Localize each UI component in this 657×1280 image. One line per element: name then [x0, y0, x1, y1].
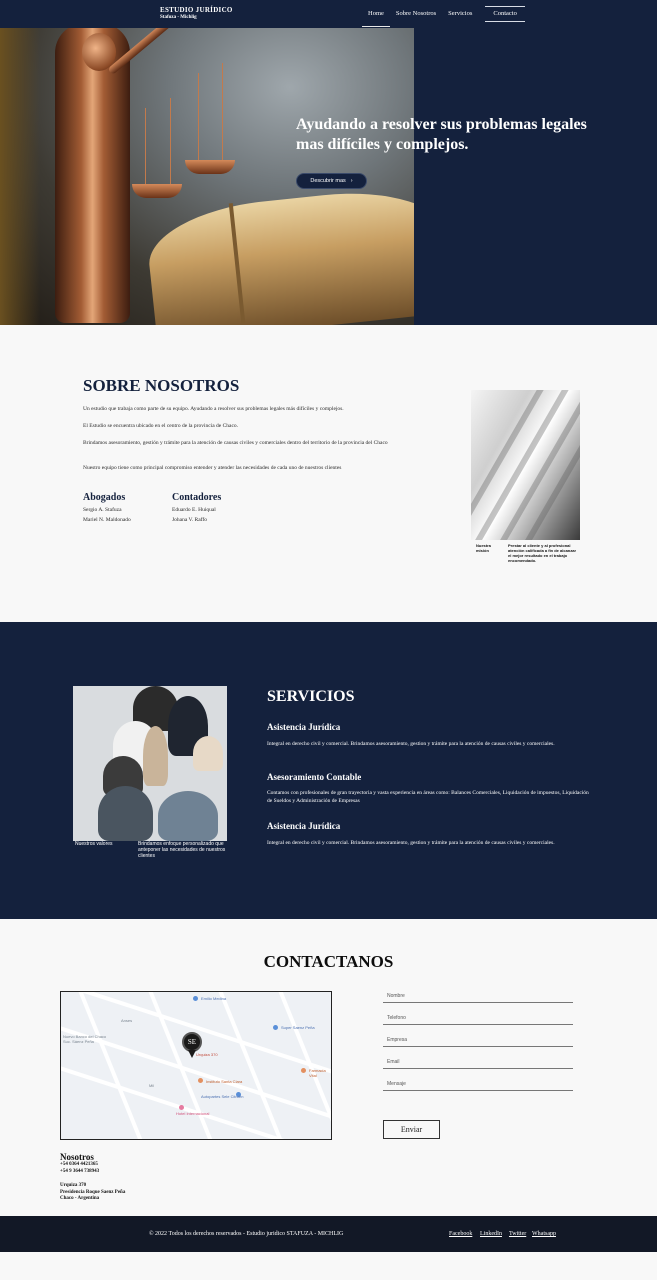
nav-links: Home Sobre Nosotros Servicios Contacto: [362, 0, 525, 28]
page-bottom-space: [0, 1252, 657, 1280]
email-field[interactable]: Email: [383, 1057, 573, 1069]
nav-link-sobre-nosotros[interactable]: Sobre Nosotros: [390, 0, 442, 28]
about-title: SOBRE NOSOTROS: [83, 376, 240, 395]
brand-title: ESTUDIO JURÍDICO: [160, 6, 233, 14]
accountants-heading: Contadores: [172, 492, 222, 503]
service-title: Asistencia Jurídica: [267, 722, 341, 732]
linkedin-link[interactable]: LinkedIn: [480, 1231, 502, 1237]
map-road: [73, 992, 153, 1139]
twitter-link[interactable]: Twitter: [509, 1231, 526, 1237]
facebook-link[interactable]: Facebook: [449, 1231, 472, 1237]
values-caption-title: Nuestros valores: [75, 841, 113, 847]
column-shade: [491, 390, 580, 540]
service-description: Integral en derecho civil y comercial. B…: [267, 741, 555, 747]
about-paragraph: Nuestro equipo tiene como principal comp…: [83, 465, 342, 471]
map-place-label: Emilio Medina: [201, 996, 227, 1001]
lawyers-heading: Abogados: [83, 492, 126, 503]
about-paragraph: Brindamos asesoramiento, gestión y trámi…: [83, 440, 388, 446]
contact-address: Urquiza 370 Presidencia Roque Saenz Peña…: [60, 1183, 125, 1203]
service-title: Asistencia Jurídica: [267, 821, 341, 831]
nav-link-servicios[interactable]: Servicios: [442, 0, 478, 28]
map-pin-tip: [188, 1050, 196, 1058]
values-caption-text: Brindamos enfoque personalizado que ante…: [138, 841, 226, 859]
map-place-label: Farmacia Vital: [309, 1068, 326, 1078]
services-section: Nuestros valores Brindamos enfoque perso…: [0, 622, 657, 919]
contact-info-title: Nosotros: [60, 1152, 94, 1162]
brand-logo[interactable]: ESTUDIO JURÍDICO Stafuza - Michlig: [160, 6, 233, 21]
company-field[interactable]: Empresa: [383, 1035, 573, 1047]
copyright-text: © 2022 Todos los derechos reservados - E…: [149, 1231, 344, 1237]
hero-scale-pan-right: [185, 160, 235, 174]
address-line: Chaco - Argentina: [60, 1196, 100, 1201]
scale-chain: [222, 63, 223, 161]
about-paragraph: Un estudio que trabaja como parte de su …: [83, 406, 344, 412]
column-shade: [471, 390, 572, 540]
about-paragraph: El Estudio se encuentra ubicado en el ce…: [83, 423, 239, 429]
about-section: SOBRE NOSOTROS Un estudio que trabaja co…: [0, 325, 657, 622]
accountant-name: Johana V. Raffo: [172, 517, 207, 523]
hero-image-shade: [0, 28, 40, 325]
map-road: [273, 992, 331, 1139]
location-map[interactable]: Emilio Medina Super Saenz Peña Farmacia …: [60, 991, 332, 1140]
map-road: [213, 992, 293, 1139]
person-shape: [143, 726, 168, 786]
scale-chain: [170, 98, 171, 186]
person-shape: [158, 791, 218, 841]
lawyer-name: Mariel N. Maldonado: [83, 517, 131, 523]
contact-title: CONTACTANOS: [263, 952, 394, 971]
map-pin-icon[interactable]: SE: [182, 1032, 202, 1052]
contact-section: CONTACTANOS Emilio Medina Super Saenz Pe…: [0, 919, 657, 1216]
chevron-right-icon: ›: [350, 178, 353, 184]
services-title: SERVICIOS: [267, 688, 355, 705]
scale-chain: [198, 73, 199, 161]
top-navbar: ESTUDIO JURÍDICO Stafuza - Michlig Home …: [0, 0, 657, 28]
nav-contact-button[interactable]: Contacto: [485, 6, 525, 22]
map-pin-label: Urquiza 370: [196, 1052, 218, 1057]
whatsapp-link[interactable]: Whatsapp: [532, 1231, 556, 1237]
map-place-label: Nuevo Banco del Chaco Suc. Sáenz Peña: [63, 1034, 107, 1044]
hero-discover-button[interactable]: Descubrir mas ›: [296, 173, 367, 189]
nav-link-home[interactable]: Home: [362, 0, 390, 28]
business-team-image: [73, 686, 227, 841]
brand-subtitle: Stafuza - Michlig: [160, 15, 197, 20]
mission-caption-title: Nuestra misión: [476, 543, 491, 553]
hero-scale-pan-left: [132, 184, 182, 198]
mission-caption-text: Prestar al cliente y al profesional aten…: [508, 543, 577, 563]
map-place-icon: [179, 1105, 184, 1110]
contact-info: Nosotros +54 0364 4421365 +54 9 3644 738…: [60, 1152, 99, 1175]
lawyer-name: Sergio A. Stafuza: [83, 507, 122, 513]
map-place-label: Anses: [121, 1018, 133, 1023]
hero-button-label: Descubrir mas: [310, 178, 346, 184]
map-place-label: Mil: [149, 1083, 155, 1088]
service-description: Contamos con profesionales de gran traye…: [267, 790, 589, 804]
phone-field[interactable]: Telefono: [383, 1013, 573, 1025]
map-place-icon: [198, 1078, 203, 1083]
hero-book-shape: [144, 182, 414, 325]
accountant-name: Eduardo E. Huiqual: [172, 507, 216, 513]
map-place-label: Autopartes Sele Citroën: [201, 1094, 244, 1099]
hero-section: Ayudando a resolver sus problemas legale…: [0, 28, 657, 325]
column-shade: [471, 390, 547, 540]
service-description: Integral en derecho civil y comercial. B…: [267, 840, 555, 846]
map-place-label: Super Saenz Peña: [281, 1025, 315, 1030]
map-place-icon: [301, 1068, 306, 1073]
courthouse-columns-image: [471, 390, 580, 540]
contact-phone: +54 0364 4421365: [60, 1162, 98, 1167]
scale-chain: [145, 108, 146, 186]
message-field[interactable]: Mensaje: [383, 1079, 573, 1091]
map-place-label: Hotel Internacional: [176, 1111, 210, 1116]
map-place-icon: [193, 996, 198, 1001]
footer: © 2022 Todos los derechos reservados - E…: [0, 1216, 657, 1252]
send-button[interactable]: Enviar: [383, 1120, 440, 1139]
person-shape: [193, 736, 223, 771]
name-field[interactable]: Nombre: [383, 991, 573, 1003]
person-shape: [98, 786, 153, 841]
contact-phone: +54 9 3644 738943: [60, 1168, 100, 1174]
service-title: Asesoramiento Contable: [267, 772, 362, 782]
hero-title: Ayudando a resolver sus problemas legale…: [296, 116, 587, 153]
map-place-icon: [273, 1025, 278, 1030]
map-place-label: Instituto Santa Clara: [206, 1079, 243, 1084]
hero-statue-shape: [55, 28, 130, 323]
